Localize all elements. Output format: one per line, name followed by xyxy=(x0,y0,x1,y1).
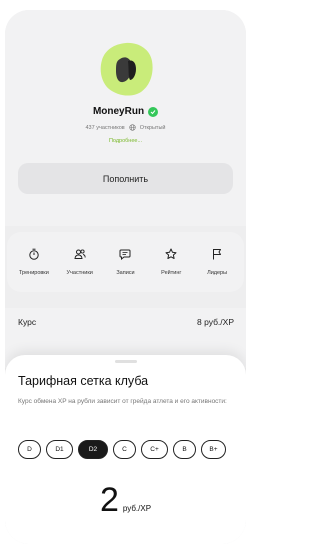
grade-chip-c[interactable]: C xyxy=(113,440,136,459)
nav-label: Участники xyxy=(66,270,93,276)
flag-icon xyxy=(213,249,222,260)
club-logo xyxy=(100,42,153,96)
nav-label: Тренировки xyxy=(18,270,49,276)
tariff-sheet: Тарифная сетка клуба Курс обмена XP на р… xyxy=(5,355,246,544)
nav-item-rating[interactable]: Рейтинг xyxy=(151,248,191,276)
grade-chip-b-plus[interactable]: B+ xyxy=(201,440,226,459)
club-nav: Тренировки Участники Записи Рейтинг Лиде… xyxy=(7,232,244,292)
rate-label: Курс xyxy=(18,317,37,327)
star-icon xyxy=(165,248,177,259)
grade-rate-unit: руб./XP xyxy=(122,504,152,513)
grade-chip-d2[interactable]: D2 xyxy=(78,440,108,459)
nav-item-members[interactable]: Участники xyxy=(60,248,100,276)
grade-selector: D D1 D2 C C+ B B+ xyxy=(18,440,226,459)
members-count: 437 участников xyxy=(85,124,125,131)
nav-label: Лидеры xyxy=(207,270,228,276)
grade-chip-d1[interactable]: D1 xyxy=(46,440,73,459)
verified-icon xyxy=(148,106,159,117)
rate-value: 8 руб./XP xyxy=(197,317,234,327)
club-header: MoneyRun 437 участников Открытый Подробн… xyxy=(5,10,246,226)
sheet-grabber[interactable] xyxy=(115,360,137,363)
grade-rate-value: 2 xyxy=(99,481,119,519)
users-icon xyxy=(74,249,86,259)
grade-chip-b[interactable]: B xyxy=(173,440,196,459)
chat-icon xyxy=(119,249,131,260)
grade-chip-d[interactable]: D xyxy=(18,440,41,459)
grade-chip-c-plus[interactable]: C+ xyxy=(141,440,168,459)
nav-label: Рейтинг xyxy=(161,270,182,276)
sheet-description: Курс обмена XP на рубли зависит от грейд… xyxy=(18,398,227,405)
more-link[interactable]: Подробнее... xyxy=(5,138,246,144)
nav-item-leaders[interactable]: Лидеры xyxy=(197,248,237,276)
nav-item-posts[interactable]: Записи xyxy=(105,248,145,276)
sheet-title: Тарифная сетка клуба xyxy=(18,374,149,388)
club-name: MoneyRun xyxy=(92,106,145,117)
nav-item-trainings[interactable]: Тренировки xyxy=(14,248,54,276)
nav-label: Записи xyxy=(116,270,135,276)
globe-icon xyxy=(129,124,136,131)
grade-rate: 2 руб./XP xyxy=(5,481,246,520)
topup-button[interactable]: Пополнить xyxy=(18,163,233,194)
phone-screen: MoneyRun 437 участников Открытый Подробн… xyxy=(5,10,246,544)
stopwatch-icon xyxy=(29,248,39,260)
club-visibility: Открытый xyxy=(139,124,166,131)
club-name-row: MoneyRun xyxy=(5,106,246,117)
club-meta: 437 участников Открытый xyxy=(5,124,246,131)
